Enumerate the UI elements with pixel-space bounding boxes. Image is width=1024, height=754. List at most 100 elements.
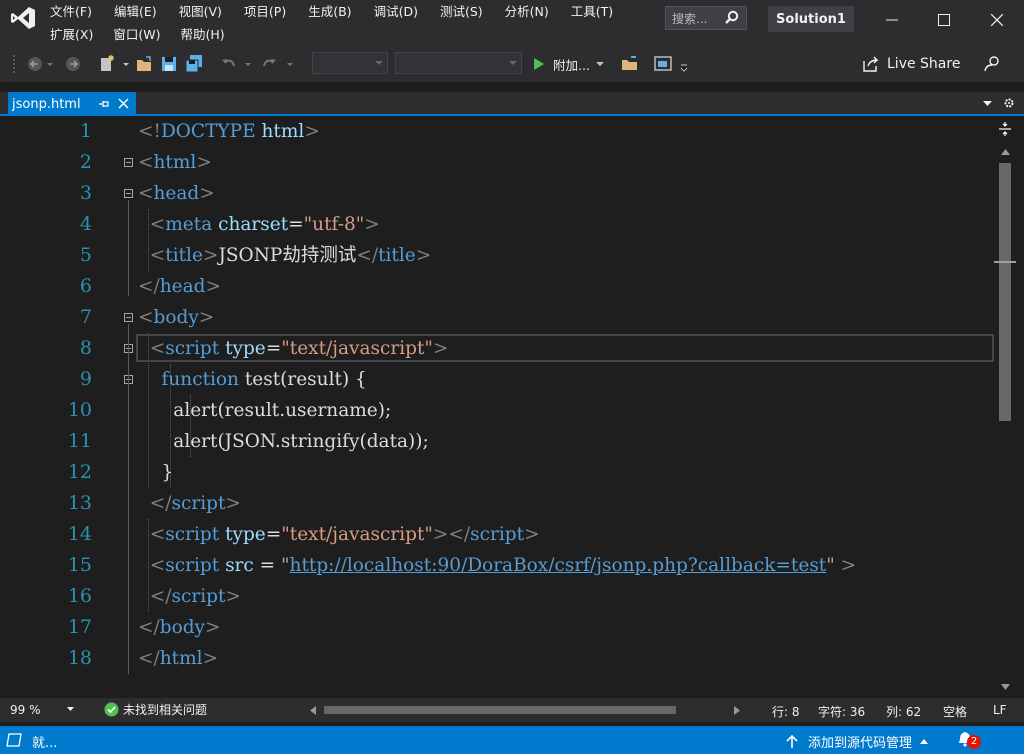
menu-build[interactable]: 生成(B) bbox=[308, 3, 351, 21]
feedback-icon[interactable] bbox=[982, 54, 1002, 74]
horizontal-scrollbar[interactable] bbox=[308, 704, 746, 716]
zoom-level-dropdown[interactable]: 99 % bbox=[6, 700, 78, 720]
code-token: > bbox=[225, 586, 241, 607]
code-token: html bbox=[153, 152, 197, 173]
code-line[interactable]: <script type="text/javascript"></script> bbox=[138, 519, 540, 550]
tab-jsonp-html[interactable]: jsonp.html bbox=[8, 92, 136, 116]
issues-indicator[interactable]: 未找到相关问题 bbox=[104, 701, 207, 718]
vertical-scrollbar[interactable] bbox=[994, 116, 1016, 698]
code-token: script bbox=[171, 586, 226, 607]
save-all-icon[interactable] bbox=[184, 54, 204, 74]
split-editor-icon[interactable] bbox=[998, 122, 1012, 136]
browse-folder-icon[interactable] bbox=[620, 54, 640, 74]
code-token: title bbox=[165, 245, 203, 266]
code-token: = bbox=[288, 214, 304, 235]
tab-list-dropdown-icon[interactable] bbox=[983, 101, 992, 107]
menu-edit[interactable]: 编辑(E) bbox=[114, 3, 157, 21]
code-token: title bbox=[378, 245, 416, 266]
browser-link-icon[interactable] bbox=[654, 54, 672, 74]
menu-help[interactable]: 帮助(H) bbox=[180, 26, 224, 44]
navigate-forward-icon[interactable] bbox=[64, 54, 82, 74]
code-line[interactable]: function test(result) { bbox=[138, 364, 367, 395]
url-link[interactable]: http://localhost:90/DoraBox/csrf/jsonp.p… bbox=[290, 555, 827, 576]
open-file-icon[interactable] bbox=[136, 54, 154, 74]
new-project-icon[interactable] bbox=[98, 54, 116, 74]
code-line[interactable]: alert(result.username); bbox=[138, 395, 391, 426]
minimize-button[interactable] bbox=[880, 8, 904, 32]
fold-toggle-body[interactable] bbox=[124, 313, 133, 322]
code-line[interactable]: </head> bbox=[138, 271, 221, 302]
code-line[interactable]: alert(JSON.stringify(data)); bbox=[138, 426, 428, 457]
undo-icon[interactable] bbox=[220, 54, 238, 74]
maximize-button[interactable] bbox=[932, 8, 956, 32]
vertical-scroll-thumb[interactable] bbox=[999, 163, 1011, 421]
code-line[interactable]: <head> bbox=[138, 178, 215, 209]
code-line[interactable]: <script src = "http://localhost:90/DoraB… bbox=[138, 550, 856, 581]
close-tab-icon[interactable] bbox=[118, 98, 129, 109]
add-to-source-control-button[interactable]: 添加到源代码管理 bbox=[786, 732, 929, 751]
pin-icon[interactable] bbox=[98, 99, 110, 109]
code-line[interactable]: <title>JSONP劫持测试</title> bbox=[138, 240, 432, 271]
redo-dropdown-icon[interactable] bbox=[286, 54, 294, 74]
menu-extensions[interactable]: 扩展(X) bbox=[50, 26, 93, 44]
new-dropdown-icon[interactable] bbox=[122, 54, 130, 74]
code-token: <! bbox=[138, 121, 161, 142]
code-line[interactable]: </body> bbox=[138, 612, 221, 643]
code-token: > bbox=[304, 121, 320, 142]
whitespace-mode[interactable]: 空格 bbox=[943, 703, 967, 720]
menu-tools[interactable]: 工具(T) bbox=[571, 3, 613, 21]
navigate-back-icon[interactable] bbox=[26, 54, 44, 74]
solution-configuration-dropdown[interactable] bbox=[312, 52, 388, 74]
notifications-button[interactable]: 2 bbox=[958, 730, 984, 750]
code-line[interactable]: </script> bbox=[138, 488, 241, 519]
code-line[interactable]: <!DOCTYPE html> bbox=[138, 116, 320, 147]
undo-dropdown-icon[interactable] bbox=[244, 54, 252, 74]
attach-button[interactable]: 附加... bbox=[532, 54, 604, 74]
search-input[interactable]: 搜索... bbox=[665, 6, 747, 30]
redo-icon[interactable] bbox=[260, 54, 278, 74]
menu-project[interactable]: 项目(P) bbox=[244, 3, 286, 21]
scroll-down-arrow-icon[interactable] bbox=[1001, 684, 1010, 690]
chevron-down-icon bbox=[509, 61, 517, 65]
arrow-up-icon bbox=[786, 734, 798, 748]
code-token: < bbox=[138, 183, 154, 204]
code-token: </ bbox=[138, 276, 160, 297]
search-placeholder: 搜索... bbox=[672, 11, 708, 26]
horizontal-scroll-thumb[interactable] bbox=[324, 706, 676, 714]
toolbar-overflow-icon[interactable] bbox=[680, 54, 688, 74]
line-ending-mode[interactable]: LF bbox=[993, 703, 1007, 717]
back-dropdown-icon[interactable] bbox=[46, 54, 54, 74]
menu-analyze[interactable]: 分析(N) bbox=[505, 3, 549, 21]
solution-platform-dropdown[interactable] bbox=[395, 52, 522, 74]
menu-debug[interactable]: 调试(D) bbox=[374, 3, 418, 21]
search-icon bbox=[725, 10, 739, 24]
code-line[interactable]: <script type="text/javascript"> bbox=[138, 333, 449, 364]
code-line[interactable]: </html> bbox=[138, 643, 218, 674]
code-editor[interactable]: 1 2 3 4 5 6 7 8 9 10 11 12 13 14 15 16 1… bbox=[0, 116, 994, 698]
code-line[interactable]: </script> bbox=[138, 581, 241, 612]
code-line[interactable]: } bbox=[138, 457, 174, 488]
code-line[interactable]: <html> bbox=[138, 147, 212, 178]
code-token: alert(result.username); bbox=[138, 400, 392, 421]
scroll-left-arrow-icon[interactable] bbox=[310, 706, 316, 715]
menu-view[interactable]: 视图(V) bbox=[179, 3, 222, 21]
code-line[interactable]: <body> bbox=[138, 302, 214, 333]
scroll-up-arrow-icon[interactable] bbox=[1001, 149, 1010, 155]
cursor-char: 字符: 36 bbox=[818, 705, 866, 719]
check-circle-icon bbox=[104, 702, 119, 717]
code-line[interactable]: <meta charset="utf-8"> bbox=[138, 209, 380, 240]
code-token: " bbox=[281, 555, 290, 576]
scroll-right-arrow-icon[interactable] bbox=[734, 706, 740, 715]
close-window-button[interactable] bbox=[985, 8, 1009, 32]
fold-toggle-html[interactable] bbox=[124, 158, 133, 167]
line-number: 5 bbox=[79, 244, 92, 266]
settings-gear-icon[interactable] bbox=[1003, 97, 1015, 109]
fold-toggle-head[interactable] bbox=[124, 189, 133, 198]
menu-window[interactable]: 窗口(W) bbox=[113, 26, 160, 44]
save-icon[interactable] bbox=[160, 54, 178, 74]
menu-file[interactable]: 文件(F) bbox=[50, 3, 92, 21]
output-window-icon[interactable] bbox=[6, 733, 22, 747]
code-token: </ bbox=[356, 245, 379, 266]
menu-test[interactable]: 测试(S) bbox=[440, 3, 483, 21]
live-share-button[interactable]: Live Share bbox=[862, 54, 960, 74]
